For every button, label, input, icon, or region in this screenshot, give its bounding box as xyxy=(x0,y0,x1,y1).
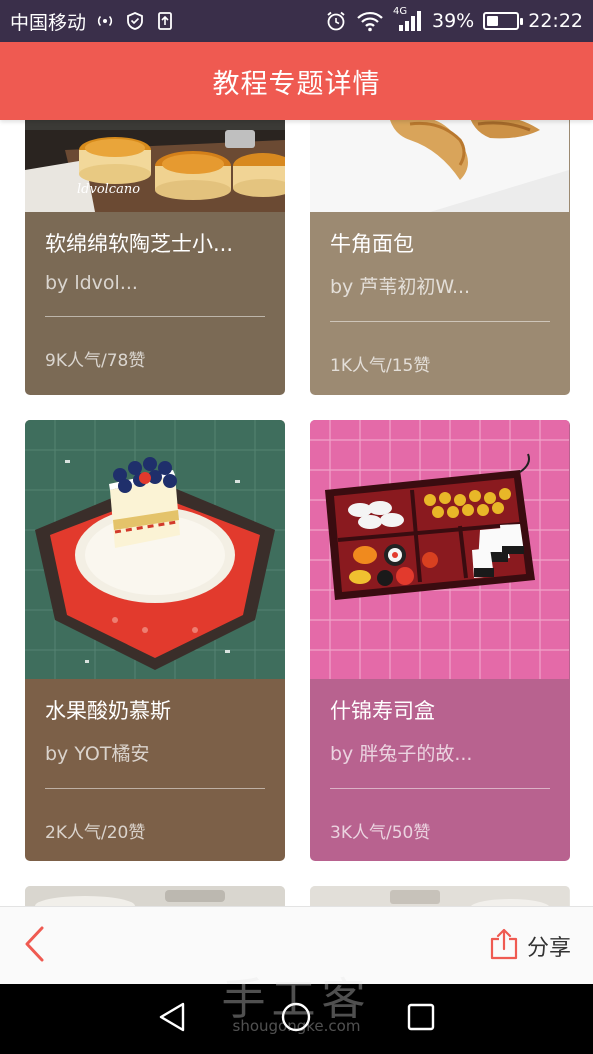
chevron-left-icon xyxy=(22,925,46,967)
share-icon xyxy=(487,927,521,965)
card-title: 什锦寿司盒 xyxy=(330,699,435,723)
tutorial-photo-croissant xyxy=(310,120,570,212)
triangle-back-icon xyxy=(157,1001,187,1037)
card-stats: 9K人气/78赞 xyxy=(45,351,146,371)
card-info: 水果酸奶慕斯 by YOT橘安 2K人气/20赞 xyxy=(25,679,285,861)
card-divider xyxy=(330,788,550,789)
tutorial-card[interactable]: ldvolcano 软绵绵软陶芝士小... by ldvol... 9K人气/7… xyxy=(25,120,285,395)
tutorial-card-partial[interactable] xyxy=(25,886,285,906)
app-screen: { "status_bar": { "carrier": "中国移动", "ne… xyxy=(0,0,593,1054)
card-author: by 芦苇初初W... xyxy=(330,276,471,298)
battery-icon xyxy=(483,12,524,30)
system-navigation-bar xyxy=(0,984,593,1054)
upload-notification-icon xyxy=(154,10,176,32)
nav-back-button[interactable] xyxy=(152,999,192,1039)
signal-icon: 4G xyxy=(393,6,423,32)
tutorial-card[interactable]: 什锦寿司盒 by 胖兔子的故... 3K人气/50赞 xyxy=(310,420,570,861)
bottom-action-bar: 分享 xyxy=(0,906,593,984)
status-bar: 中国移动 4G 39% 22:22 xyxy=(0,0,593,42)
card-title: 牛角面包 xyxy=(330,232,414,256)
card-info: 牛角面包 by 芦苇初初W... 1K人气/15赞 xyxy=(310,212,570,395)
back-button[interactable] xyxy=(22,916,82,976)
card-stats: 1K人气/15赞 xyxy=(330,356,431,376)
card-info: 什锦寿司盒 by 胖兔子的故... 3K人气/50赞 xyxy=(310,679,570,861)
card-author: by 胖兔子的故... xyxy=(330,743,473,765)
network-type-label: 4G xyxy=(393,6,408,17)
card-title: 水果酸奶慕斯 xyxy=(45,699,171,723)
hotspot-icon xyxy=(94,10,116,32)
battery-percent: 39% xyxy=(432,10,475,32)
carrier-label: 中国移动 xyxy=(10,11,87,34)
photo-watermark-text: ldvolcano xyxy=(77,182,140,197)
shield-icon xyxy=(124,10,146,32)
nav-recents-button[interactable] xyxy=(401,999,441,1039)
tutorial-photo-partial xyxy=(25,886,285,906)
page-title: 教程专题详情 xyxy=(212,68,381,100)
circle-home-icon xyxy=(280,1001,312,1037)
tutorial-card[interactable]: 水果酸奶慕斯 by YOT橘安 2K人气/20赞 xyxy=(25,420,285,861)
share-button[interactable]: 分享 xyxy=(487,927,571,965)
card-divider xyxy=(330,321,550,322)
card-divider xyxy=(45,788,265,789)
card-author: by YOT橘安 xyxy=(45,743,150,765)
card-stats: 2K人气/20赞 xyxy=(45,823,146,843)
card-title: 软绵绵软陶芝士小... xyxy=(45,232,234,256)
alarm-icon xyxy=(325,10,347,32)
tutorial-photo-partial xyxy=(310,886,569,906)
card-stats: 3K人气/50赞 xyxy=(330,823,431,843)
tutorial-photo-sushi-box xyxy=(310,420,570,679)
clock: 22:22 xyxy=(528,10,583,32)
tutorial-card-partial[interactable] xyxy=(310,886,570,906)
topic-card-grid[interactable]: ldvolcano 软绵绵软陶芝士小... by ldvol... 9K人气/7… xyxy=(0,120,593,906)
share-label: 分享 xyxy=(526,935,571,961)
card-author: by ldvol... xyxy=(45,272,138,294)
square-recents-icon xyxy=(406,1002,436,1036)
tutorial-photo-cheesecake: ldvolcano xyxy=(25,120,285,212)
tutorial-card[interactable]: 牛角面包 by 芦苇初初W... 1K人气/15赞 xyxy=(310,120,570,395)
wifi-icon xyxy=(356,10,384,32)
app-header: 教程专题详情 xyxy=(0,42,593,120)
nav-home-button[interactable] xyxy=(276,999,316,1039)
card-info: 软绵绵软陶芝士小... by ldvol... 9K人气/78赞 xyxy=(25,212,285,395)
tutorial-photo-mousse xyxy=(25,420,285,679)
card-divider xyxy=(45,316,265,317)
